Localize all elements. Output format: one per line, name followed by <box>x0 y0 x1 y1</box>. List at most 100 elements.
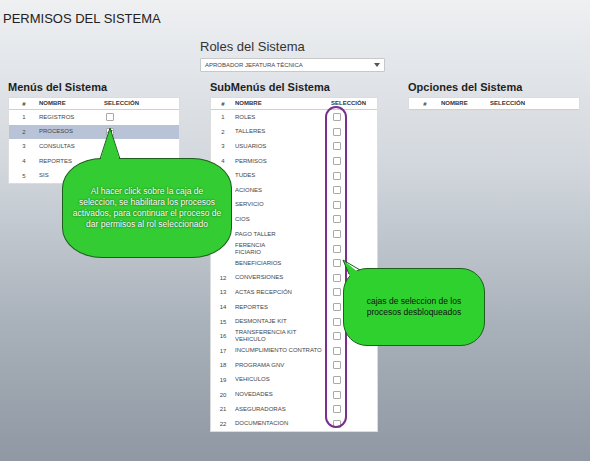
caret-down-icon <box>374 63 380 67</box>
permissions-table: #NOMBRESELECCIÓN <box>408 97 580 111</box>
hint-callout: cajas de seleccion de los procesos desbl… <box>343 268 485 346</box>
row-number: 5 <box>9 173 39 179</box>
selection-highlight-ring <box>325 106 347 428</box>
row-number: 4 <box>9 158 39 164</box>
selection-checkbox[interactable] <box>333 420 341 428</box>
table-header: #NOMBRESELECCIÓN <box>9 98 179 110</box>
row-selection <box>331 201 377 209</box>
column-header: # <box>211 101 235 107</box>
row-number: 19 <box>211 377 235 383</box>
column-header: # <box>9 101 39 107</box>
row-name: TRANSFERENCIA KIT VEHICULO <box>235 329 331 343</box>
selection-checkbox[interactable] <box>333 157 341 165</box>
row-name: DESMONTAJE KIT <box>235 318 331 325</box>
table-row[interactable]: 19VEHICULOS <box>211 373 377 388</box>
table-row[interactable]: 3USUARIOS <box>211 139 377 154</box>
table-row[interactable]: 2PROCESOS <box>9 125 179 140</box>
column-header: # <box>409 101 441 107</box>
row-name: REPORTES <box>235 304 331 311</box>
row-number: 13 <box>211 289 235 295</box>
row-selection <box>331 113 377 121</box>
selection-checkbox[interactable] <box>333 376 341 384</box>
selection-checkbox[interactable] <box>333 186 341 194</box>
row-name: ROLES <box>235 114 331 121</box>
row-name: PROGRAMA GNV <box>235 362 331 369</box>
role-select[interactable]: APROBADOR JEFATURA TÉCNICA <box>200 58 385 72</box>
selection-checkbox[interactable] <box>333 128 341 136</box>
row-number: 18 <box>211 362 235 368</box>
row-selection <box>104 128 179 136</box>
row-name: BENEFICIARIOS <box>235 260 331 267</box>
selection-checkbox[interactable] <box>333 274 341 282</box>
row-name: SERVICIO <box>235 201 331 208</box>
permissions-panel: Opciones del Sistema#NOMBRESELECCIÓN <box>408 81 580 111</box>
column-header: SELECCIÓN <box>490 100 579 107</box>
row-selection <box>331 405 377 413</box>
row-name: ACIONES <box>235 187 331 194</box>
row-selection <box>331 420 377 428</box>
table-row[interactable]: 1ROLES <box>211 110 377 125</box>
selection-checkbox[interactable] <box>333 245 341 253</box>
table-row[interactable]: 18PROGRAMA GNV <box>211 358 377 373</box>
selection-checkbox[interactable] <box>333 347 341 355</box>
row-selection <box>331 361 377 369</box>
table-row[interactable]: 1REGISTROS <box>9 110 179 125</box>
row-selection <box>331 128 377 136</box>
permissions-panel: SubMenús del Sistema#NOMBRESELECCIÓN1ROL… <box>210 81 378 432</box>
selection-checkbox[interactable] <box>333 361 341 369</box>
table-row[interactable]: ACIONES <box>211 183 377 198</box>
row-number: 14 <box>211 304 235 310</box>
page-title: PERMISOS DEL SISTEMA <box>0 12 590 26</box>
selection-checkbox[interactable] <box>333 113 341 121</box>
selection-checkbox[interactable] <box>333 215 341 223</box>
selection-checkbox[interactable] <box>333 172 341 180</box>
row-selection <box>331 376 377 384</box>
row-selection <box>104 113 179 121</box>
table-row[interactable]: 2TALLERES <box>211 125 377 140</box>
column-header: NOMBRE <box>39 100 104 107</box>
row-name: VEHICULOS <box>235 376 331 383</box>
table-row[interactable]: PAGO TALLER <box>211 227 377 242</box>
row-name: CONVERSIONES <box>235 274 331 281</box>
table-row[interactable]: TUDES <box>211 168 377 183</box>
selection-checkbox[interactable] <box>333 318 341 326</box>
permissions-page: PERMISOS DEL SISTEMARoles del SistemaAPR… <box>0 0 590 461</box>
table-row[interactable]: 21ASEGURADORAS <box>211 402 377 417</box>
row-selection <box>331 157 377 165</box>
selection-checkbox[interactable] <box>333 201 341 209</box>
selection-checkbox[interactable] <box>333 288 341 296</box>
row-name: PROCESOS <box>39 128 104 135</box>
table-row[interactable]: CIOS <box>211 212 377 227</box>
table-row[interactable]: 4PERMISOS <box>211 154 377 169</box>
table-row[interactable]: SERVICIO <box>211 198 377 213</box>
row-number: 21 <box>211 406 235 412</box>
table-row[interactable]: 17INCUMPLIMIENTO CONTRATO <box>211 344 377 359</box>
row-number: 3 <box>211 143 235 149</box>
selection-checkbox[interactable] <box>333 303 341 311</box>
row-selection <box>331 215 377 223</box>
row-number: 17 <box>211 348 235 354</box>
row-number: 20 <box>211 392 235 398</box>
table-row[interactable]: FERENCIA FICIARIO <box>211 241 377 256</box>
selection-checkbox[interactable] <box>333 259 341 267</box>
selection-checkbox[interactable] <box>106 113 114 121</box>
row-selection <box>331 347 377 355</box>
permissions-table: #NOMBRESELECCIÓN1ROLES2TALLERES3USUARIOS… <box>210 97 378 432</box>
table-row[interactable]: 3CONSULTAS <box>9 139 179 154</box>
selection-checkbox[interactable] <box>333 332 341 340</box>
selection-checkbox[interactable] <box>333 405 341 413</box>
row-name: PAGO TALLER <box>235 231 331 238</box>
table-row[interactable]: 22DOCUMENTACION <box>211 416 377 431</box>
row-name: USUARIOS <box>235 143 331 150</box>
selection-checkbox[interactable] <box>333 391 341 399</box>
selection-checkbox[interactable] <box>333 142 341 150</box>
table-row[interactable]: 20NOVEDADES <box>211 387 377 402</box>
column-header: NOMBRE <box>441 100 490 107</box>
row-name: TALLERES <box>235 128 331 135</box>
row-name: TUDES <box>235 172 331 179</box>
panels-row: Menús del Sistema#NOMBRESELECCIÓN1REGIST… <box>0 81 590 432</box>
row-number: 1 <box>9 114 39 120</box>
row-number: 3 <box>9 143 39 149</box>
selection-checkbox[interactable] <box>333 230 341 238</box>
row-selection <box>331 172 377 180</box>
